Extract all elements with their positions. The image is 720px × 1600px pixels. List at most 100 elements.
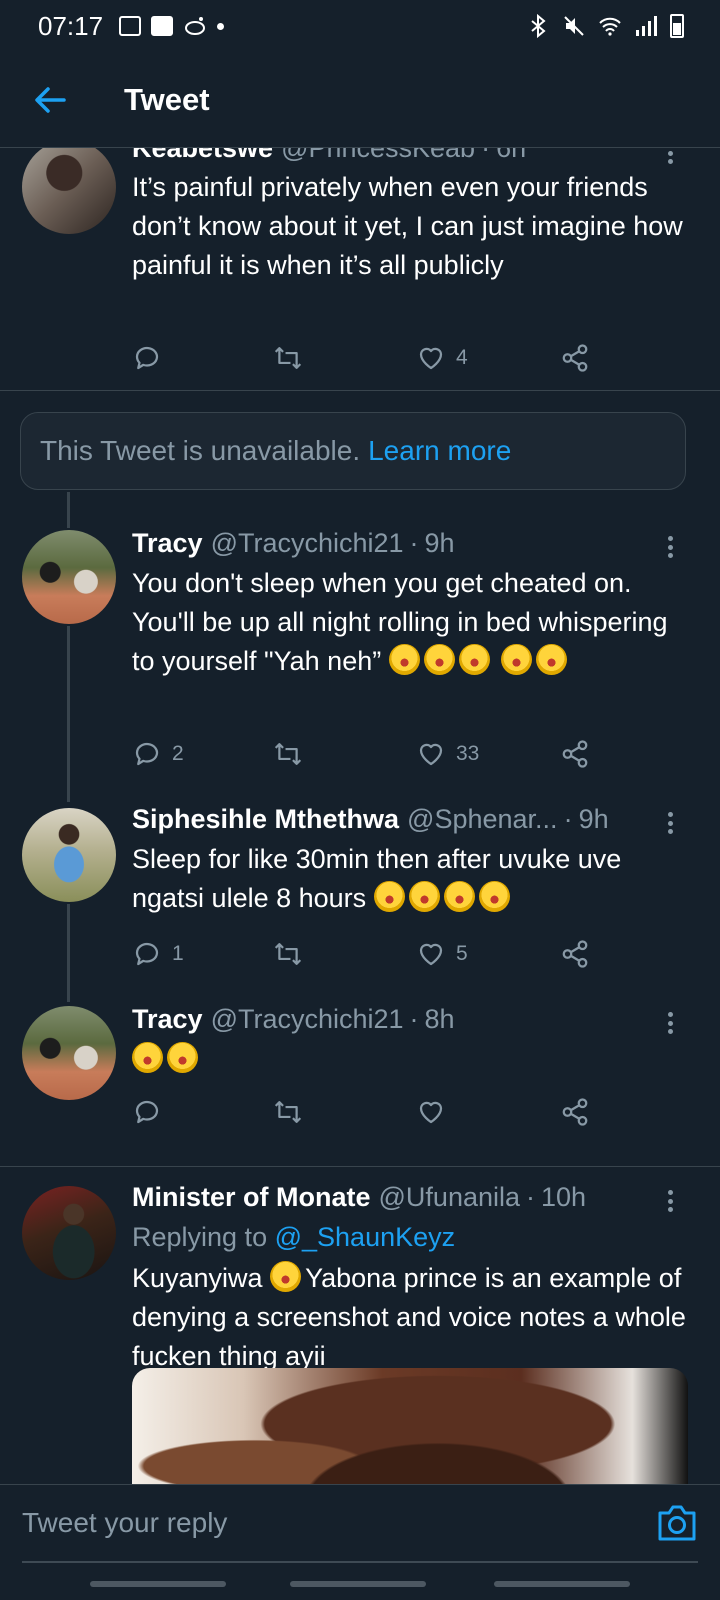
tweet-author-name[interactable]: Minister of Monate bbox=[132, 1182, 371, 1213]
heart-icon bbox=[419, 1101, 443, 1124]
share-icon bbox=[562, 1098, 588, 1126]
tweet-header: Minister of Monate @Ufunanila · 10h bbox=[132, 1182, 586, 1213]
like-button[interactable] bbox=[416, 1092, 446, 1132]
tweet-actions: 2 33 bbox=[132, 734, 602, 774]
tweet-item[interactable]: Tracy @Tracychichi21 · 8h bbox=[0, 1004, 720, 1144]
wifi-icon bbox=[599, 17, 621, 36]
divider bbox=[0, 1166, 720, 1167]
dot-icon bbox=[217, 22, 225, 30]
status-bar: 07:17 bbox=[0, 0, 720, 52]
tweet-item[interactable]: Keabetswe @PrincessKeab · 6h It’s painfu… bbox=[0, 148, 720, 390]
tweet-header: Tracy @Tracychichi21 · 8h bbox=[132, 1004, 455, 1035]
learn-more-link[interactable]: Learn more bbox=[368, 435, 511, 467]
p-app-icon bbox=[151, 16, 174, 36]
top-app-bar: Tweet bbox=[0, 52, 720, 148]
retweet-icon bbox=[274, 347, 302, 369]
reply-input[interactable]: Tweet your reply bbox=[22, 1485, 622, 1561]
reply-button[interactable] bbox=[132, 1092, 162, 1132]
tweet-timestamp: 6h bbox=[496, 148, 527, 163]
retweet-icon bbox=[274, 1101, 302, 1123]
replying-to: Replying to @_ShaunKeyz bbox=[132, 1222, 455, 1253]
avatar[interactable] bbox=[22, 1186, 116, 1280]
like-button[interactable]: 5 bbox=[416, 934, 468, 974]
reply-button[interactable]: 1 bbox=[132, 934, 184, 974]
avatar[interactable] bbox=[22, 1006, 116, 1100]
reply-icon bbox=[135, 1100, 159, 1124]
share-button[interactable] bbox=[560, 734, 590, 774]
tweet-author-name[interactable]: Siphesihle Mthethwa bbox=[132, 804, 399, 835]
like-button[interactable]: 4 bbox=[416, 338, 468, 378]
heart-icon bbox=[419, 943, 443, 966]
separator-dot: · bbox=[409, 528, 419, 558]
thread-line bbox=[67, 492, 70, 528]
like-button[interactable]: 33 bbox=[416, 734, 479, 774]
nav-home-indicator[interactable] bbox=[290, 1581, 426, 1587]
share-icon bbox=[562, 940, 588, 968]
image-icon bbox=[119, 16, 142, 36]
share-button[interactable] bbox=[560, 934, 590, 974]
tweet-media-image[interactable] bbox=[132, 1368, 688, 1484]
camera-button[interactable] bbox=[656, 1503, 698, 1543]
more-options-button[interactable] bbox=[660, 808, 680, 838]
joy-emoji-icon bbox=[167, 1042, 198, 1073]
more-options-button[interactable] bbox=[660, 532, 680, 562]
avatar[interactable] bbox=[22, 530, 116, 624]
nav-recents-indicator[interactable] bbox=[90, 1581, 226, 1587]
replying-label: Replying to bbox=[132, 1222, 268, 1252]
input-underline bbox=[22, 1561, 698, 1563]
retweet-button[interactable] bbox=[272, 734, 304, 774]
like-count: 4 bbox=[456, 346, 468, 369]
tweet-author-name[interactable]: Tracy bbox=[132, 1004, 203, 1035]
joy-emoji-icon bbox=[270, 1261, 302, 1292]
tweet-header: Keabetswe @PrincessKeab · 6h bbox=[132, 148, 526, 164]
tweet-timestamp: 10h bbox=[541, 1182, 587, 1212]
tweet-item[interactable]: Tracy @Tracychichi21 · 9h You don't slee… bbox=[0, 526, 720, 796]
reply-button[interactable]: 2 bbox=[132, 734, 184, 774]
tweet-item[interactable]: Siphesihle Mthethwa @Sphenar... · 9h Sle… bbox=[0, 804, 720, 994]
like-count: 33 bbox=[456, 742, 480, 765]
divider bbox=[0, 390, 720, 391]
rofl-emoji-icon bbox=[478, 881, 510, 912]
tweet-author-name[interactable]: Keabetswe bbox=[132, 148, 273, 164]
retweet-button[interactable] bbox=[272, 338, 304, 378]
signal-icon bbox=[636, 16, 657, 36]
tweet-header: Tracy @Tracychichi21 · 9h bbox=[132, 528, 455, 559]
reply-count: 2 bbox=[172, 742, 184, 765]
tweet-author-name[interactable]: Tracy bbox=[132, 528, 203, 559]
retweet-button[interactable] bbox=[272, 934, 304, 974]
separator-dot: · bbox=[526, 1182, 536, 1212]
separator-dot: · bbox=[409, 1004, 419, 1034]
mention-link[interactable]: @_ShaunKeyz bbox=[275, 1222, 456, 1252]
more-options-button[interactable] bbox=[660, 148, 680, 168]
share-button[interactable] bbox=[560, 1092, 590, 1132]
avatar[interactable] bbox=[22, 808, 116, 902]
nav-back-indicator[interactable] bbox=[494, 1581, 630, 1587]
more-options-button[interactable] bbox=[660, 1008, 680, 1038]
retweet-button[interactable] bbox=[272, 1092, 304, 1132]
reply-icon bbox=[135, 942, 159, 966]
joy-emoji-icon bbox=[423, 644, 455, 675]
share-button[interactable] bbox=[560, 338, 590, 378]
tweet-author-handle: @PrincessKeab bbox=[281, 148, 476, 163]
camera-icon bbox=[658, 1505, 696, 1541]
tweet-timestamp: 8h bbox=[424, 1004, 455, 1034]
tweet-text: It’s painful privately when even your fr… bbox=[132, 172, 683, 280]
share-icon bbox=[562, 344, 588, 372]
tweet-author-handle: @Tracychichi21 bbox=[210, 1004, 404, 1034]
tweet-actions: 4 bbox=[132, 338, 602, 378]
tweet-header: Siphesihle Mthethwa @Sphenar... · 9h bbox=[132, 804, 609, 835]
avatar[interactable] bbox=[22, 148, 116, 234]
tweet-timestamp: 9h bbox=[424, 528, 455, 558]
tweet-feed[interactable]: Keabetswe @PrincessKeab · 6h It’s painfu… bbox=[0, 148, 720, 1484]
back-button[interactable] bbox=[20, 70, 80, 130]
heart-icon bbox=[419, 347, 443, 370]
unavailable-tweet-notice: This Tweet is unavailable. Learn more bbox=[20, 412, 686, 490]
reply-button[interactable] bbox=[132, 338, 162, 378]
tweet-text bbox=[132, 1040, 687, 1079]
separator-dot: · bbox=[481, 148, 491, 163]
tweet-actions bbox=[132, 1092, 602, 1132]
more-options-button[interactable] bbox=[660, 1186, 680, 1216]
tweet-author-handle: @Sphenar... bbox=[407, 804, 558, 834]
tweet-text: Kuyanyiwa Yabona prince is an example of… bbox=[132, 1259, 687, 1376]
rofl-emoji-icon bbox=[443, 881, 475, 912]
